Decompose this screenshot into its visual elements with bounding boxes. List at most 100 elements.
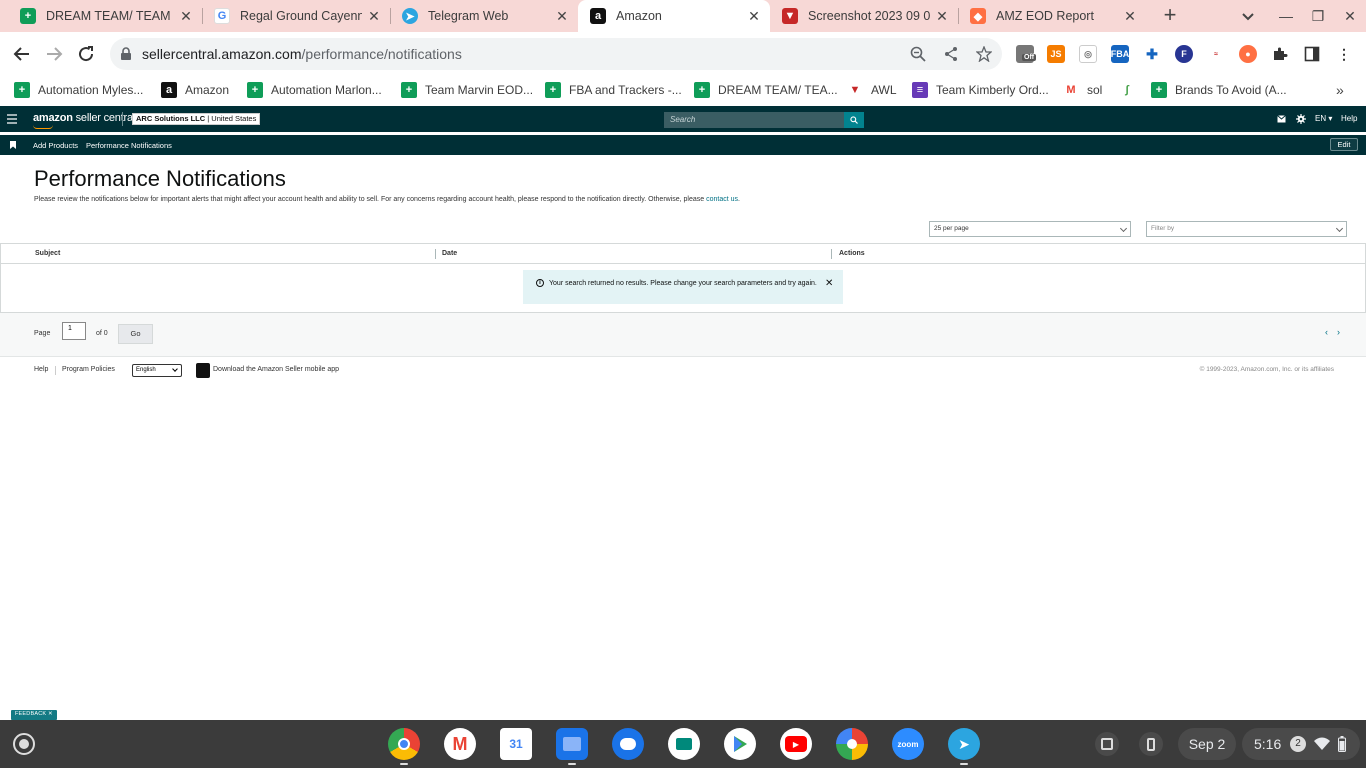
bookmark-icon[interactable] (10, 141, 16, 149)
holding-space-icon[interactable] (1095, 732, 1119, 756)
page-number-input[interactable]: 1 (62, 322, 86, 340)
restore-button[interactable]: ❐ (1308, 6, 1328, 26)
forward-button[interactable] (42, 42, 66, 66)
column-header-actions: Actions (839, 250, 865, 257)
zoom-icon[interactable] (910, 46, 926, 62)
bookmark-item[interactable]: ≡ Team Kimberly Ord... (912, 81, 1049, 99)
help-link[interactable]: Help (1341, 114, 1357, 123)
footer-program-policies-link[interactable]: Program Policies (62, 366, 115, 373)
new-tab-button[interactable]: + (1158, 4, 1182, 28)
js-extension-icon[interactable]: JS (1047, 45, 1065, 63)
photos-icon[interactable] (836, 728, 868, 760)
next-page-icon[interactable]: › (1337, 327, 1340, 337)
share-icon[interactable] (943, 46, 959, 62)
filter-select[interactable]: Filter by (1146, 221, 1347, 237)
edit-nav-button[interactable]: Edit (1330, 138, 1358, 151)
per-page-select[interactable]: 25 per page (929, 221, 1131, 237)
seller-search-button[interactable] (844, 112, 864, 128)
seller-search-input[interactable]: Search (664, 112, 844, 128)
previous-page-icon[interactable]: ‹ (1325, 327, 1328, 337)
play-store-icon[interactable] (724, 728, 756, 760)
youtube-icon[interactable]: ▶ (780, 728, 812, 760)
bookmark-item[interactable]: + Team Marvin EOD... (401, 81, 533, 99)
extensions-puzzle-icon[interactable] (1271, 45, 1289, 63)
nav-link-performance-notifications[interactable]: Performance Notifications (86, 141, 172, 150)
mail-icon[interactable] (1277, 115, 1286, 123)
bookmark-item[interactable]: ∫ (1119, 81, 1135, 99)
close-icon[interactable]: ✕ (746, 8, 762, 24)
f-extension-icon[interactable]: F (1175, 45, 1193, 63)
no-results-alert: i Your search returned no results. Pleas… (523, 270, 843, 304)
footer-language-select[interactable]: English (132, 364, 182, 377)
tab-telegram[interactable]: ➤ Telegram Web ✕ (390, 0, 578, 32)
gmail-icon[interactable]: M (444, 728, 476, 760)
bookmark-item[interactable]: + DREAM TEAM/ TEA... (694, 81, 838, 99)
files-icon[interactable] (556, 728, 588, 760)
messages-icon[interactable] (612, 728, 644, 760)
meet-icon[interactable] (668, 728, 700, 760)
close-icon[interactable]: ✕ (934, 8, 950, 24)
footer-help-link[interactable]: Help (34, 366, 48, 373)
seller-central-logo[interactable]: amazon seller central (33, 112, 135, 129)
zoom-icon[interactable]: zoom (892, 728, 924, 760)
status-tray[interactable]: 5:16 2 (1242, 728, 1360, 760)
close-icon[interactable]: ✕ (554, 8, 570, 24)
bookmark-item[interactable]: ▼ AWL (847, 81, 897, 99)
close-icon[interactable]: ✕ (825, 278, 833, 289)
tab-search-button[interactable] (1238, 6, 1258, 26)
go-button[interactable]: Go (118, 324, 153, 344)
description-text: Please review the notifications below fo… (34, 196, 705, 203)
mobile-app-link[interactable]: Download the Amazon Seller mobile app (213, 366, 339, 373)
account-switcher[interactable]: ARC Solutions LLC | United States (132, 113, 261, 125)
close-window-button[interactable]: ✕ (1340, 6, 1360, 26)
bookmark-star-icon[interactable] (976, 46, 992, 62)
gear-icon[interactable] (1296, 114, 1306, 124)
sheets-icon: + (401, 82, 417, 98)
minimize-button[interactable]: — (1276, 6, 1296, 26)
hamburger-menu-icon[interactable] (6, 113, 18, 125)
bookmark-label: AWL (871, 83, 897, 97)
column-header-date[interactable]: Date (442, 250, 457, 257)
account-name: ARC Solutions LLC (136, 114, 206, 123)
bookmark-item[interactable]: + FBA and Trackers -... (545, 81, 682, 99)
page-count-label: of 0 (96, 330, 108, 337)
fba-extension-icon[interactable]: FBA (1111, 45, 1129, 63)
launcher-button[interactable] (13, 733, 35, 755)
bookmark-item[interactable]: Msol (1063, 81, 1102, 99)
telegram-icon[interactable]: ➤ (948, 728, 980, 760)
tab-regal-ground[interactable]: G Regal Ground Cayenne ✕ (202, 0, 390, 32)
tab-screenshot[interactable]: ▼ Screenshot 2023 09 02 ✕ (770, 0, 958, 32)
more-bookmarks-button[interactable]: » (1336, 82, 1344, 98)
close-icon[interactable]: ✕ (178, 8, 194, 24)
date-tray[interactable]: Sep 2 (1178, 728, 1236, 760)
feedback-button[interactable]: FEEDBACK ✕ (11, 710, 57, 720)
bookmark-item[interactable]: a Amazon (161, 81, 229, 99)
reload-button[interactable] (74, 42, 98, 66)
phone-hub-icon[interactable] (1139, 732, 1163, 756)
address-bar[interactable]: sellercentral.amazon.com/performance/not… (110, 38, 1002, 70)
close-icon[interactable]: ✕ (366, 8, 382, 24)
contact-us-link[interactable]: contact us (706, 196, 738, 203)
bookmark-item[interactable]: + Automation Myles... (14, 81, 143, 99)
browser-menu-button[interactable]: ⋮ (1335, 45, 1353, 63)
nav-link-add-products[interactable]: Add Products (33, 141, 78, 150)
chrome-icon[interactable] (388, 728, 420, 760)
side-panel-button[interactable] (1303, 45, 1321, 63)
language-selector[interactable]: EN ▾ (1315, 114, 1332, 123)
close-icon[interactable]: ✕ (1122, 8, 1138, 24)
calendar-icon[interactable]: 31 (500, 728, 532, 760)
column-header-subject[interactable]: Subject (35, 250, 60, 257)
browser-toolbar: sellercentral.amazon.com/performance/not… (0, 32, 1366, 76)
extension-off-icon[interactable]: Off (1016, 45, 1037, 63)
tab-amz-eod[interactable]: ◆ AMZ EOD Report ✕ (958, 0, 1146, 32)
tab-amazon[interactable]: a Amazon ✕ (578, 0, 770, 32)
headset-extension-icon[interactable]: ◎ (1079, 45, 1097, 63)
orange-extension-icon[interactable]: ● (1239, 45, 1257, 63)
back-button[interactable] (10, 42, 34, 66)
back-arrow-icon (13, 47, 29, 61)
bookmark-item[interactable]: + Brands To Avoid (A... (1151, 81, 1287, 99)
seller-extension-icon[interactable]: ≈ (1207, 45, 1225, 63)
keepa-extension-icon[interactable]: ✚ (1143, 45, 1161, 63)
tab-dream-team[interactable]: + DREAM TEAM/ TEAM M ✕ (8, 0, 202, 32)
bookmark-item[interactable]: + Automation Marlon... (247, 81, 382, 99)
